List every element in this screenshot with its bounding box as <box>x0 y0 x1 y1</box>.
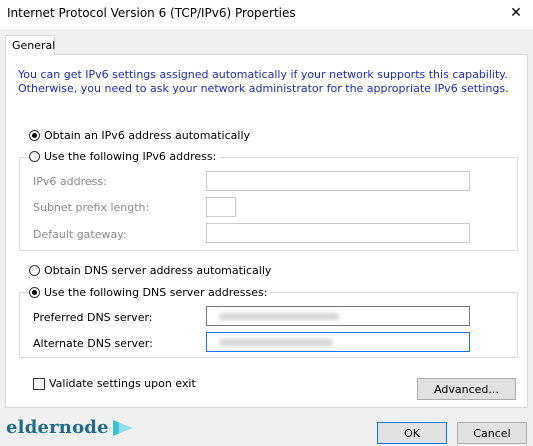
intro-text: You can get IPv6 settings assigned autom… <box>18 68 523 96</box>
brand-name: eldernode <box>6 417 109 438</box>
dns-manual-option[interactable]: Use the following DNS server addresses: <box>29 286 271 299</box>
brand-logo: eldernode <box>6 417 137 438</box>
intro-line-1: You can get IPv6 settings assigned autom… <box>18 68 508 81</box>
subnet-prefix-field[interactable] <box>206 197 236 217</box>
ip-manual-radio[interactable] <box>29 151 40 162</box>
default-gateway-label: Default gateway: <box>33 228 127 241</box>
preferred-dns-label: Preferred DNS server: <box>33 311 153 324</box>
radio-selected-dot <box>32 290 37 295</box>
validate-label: Validate settings upon exit <box>49 377 196 390</box>
redacted-value <box>219 313 339 320</box>
ipv6-address-label: IPv6 address: <box>33 175 107 188</box>
ip-auto-option[interactable]: Obtain an IPv6 address automatically <box>29 129 254 142</box>
validate-checkbox[interactable] <box>33 377 45 390</box>
dns-manual-radio[interactable] <box>29 287 40 298</box>
title-bar: Internet Protocol Version 6 (TCP/IPv6) P… <box>0 0 533 29</box>
close-button[interactable]: ✕ <box>505 3 527 23</box>
ipv6-address-field[interactable] <box>206 171 470 191</box>
ip-manual-option[interactable]: Use the following IPv6 address: <box>29 150 220 163</box>
ok-button-label: OK <box>404 426 420 440</box>
ok-button[interactable]: OK <box>377 422 447 444</box>
ip-manual-label: Use the following IPv6 address: <box>44 150 217 163</box>
radio-selected-dot <box>32 133 37 138</box>
close-icon: ✕ <box>510 5 522 21</box>
subnet-prefix-label: Subnet prefix length: <box>33 201 150 214</box>
preferred-dns-field[interactable] <box>206 306 470 326</box>
ip-auto-label: Obtain an IPv6 address automatically <box>44 129 251 142</box>
validate-option[interactable]: Validate settings upon exit <box>33 377 196 390</box>
dns-auto-label: Obtain DNS server address automatically <box>44 264 272 277</box>
dns-auto-radio[interactable] <box>29 265 40 276</box>
redacted-value <box>219 339 333 346</box>
play-arrow-logo-icon <box>112 419 133 436</box>
window-title: Internet Protocol Version 6 (TCP/IPv6) P… <box>7 6 296 20</box>
dns-auto-option[interactable]: Obtain DNS server address automatically <box>29 264 275 277</box>
intro-line-2: Otherwise, you need to ask your network … <box>18 82 509 95</box>
default-gateway-field[interactable] <box>206 223 470 243</box>
tab-general[interactable]: General <box>5 35 55 55</box>
dns-manual-label: Use the following DNS server addresses: <box>44 286 268 299</box>
advanced-button[interactable]: Advanced... <box>417 378 516 400</box>
tab-general-label: General <box>12 39 56 52</box>
alternate-dns-field[interactable] <box>206 332 470 352</box>
advanced-button-label: Advanced... <box>434 382 499 396</box>
cancel-button-label: Cancel <box>473 426 511 440</box>
cancel-button[interactable]: Cancel <box>457 422 527 444</box>
ip-auto-radio[interactable] <box>29 130 40 141</box>
alternate-dns-label: Alternate DNS server: <box>33 337 153 350</box>
